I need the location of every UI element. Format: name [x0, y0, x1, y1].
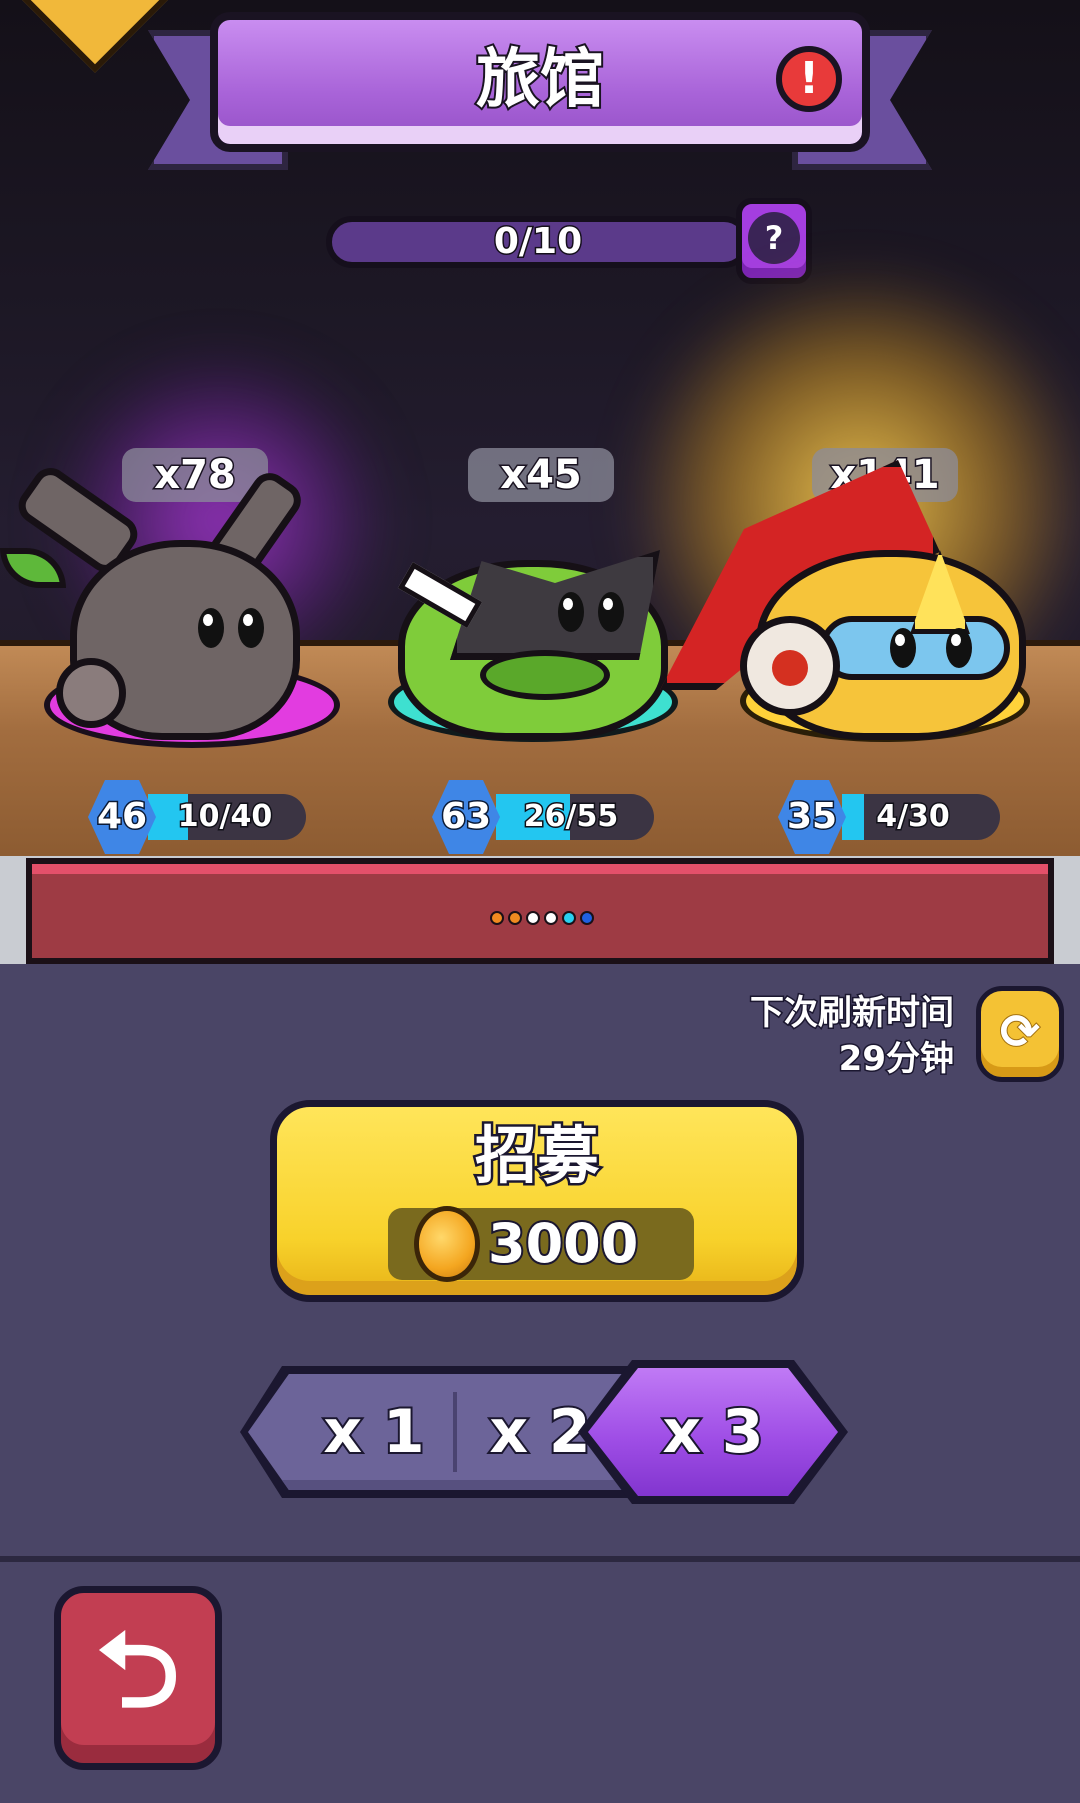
monster-eye: [946, 628, 972, 668]
back-arrow-icon[interactable]: ⮌: [54, 1590, 222, 1750]
page-indicator-dot[interactable]: [508, 911, 522, 925]
cannon-core: [772, 650, 808, 686]
slime-mouth: [480, 650, 610, 700]
page-indicator-dot[interactable]: [580, 911, 594, 925]
monster-eye: [198, 608, 224, 648]
page-indicator-dot[interactable]: [490, 911, 504, 925]
section-divider: [0, 1556, 1080, 1562]
multiplier-x3-label[interactable]: x 3: [588, 1368, 838, 1496]
carousel-panel: [26, 858, 1054, 964]
exclamation-icon[interactable]: !: [776, 46, 842, 112]
refresh-time: 29分钟: [837, 1038, 955, 1081]
monster-eye: [238, 608, 264, 648]
refresh-label: 下次刷新时间: [749, 992, 956, 1035]
page-indicator-dot[interactable]: [562, 911, 576, 925]
stump-foot: [56, 658, 126, 728]
monster-eye: [890, 628, 916, 668]
recruit-price: 3000: [486, 1210, 640, 1277]
exp-text-2: 26/55: [522, 798, 619, 836]
exp-text-1: 10/40: [176, 798, 273, 836]
monster-count: x45: [468, 448, 614, 502]
multiplier-x1-option[interactable]: x 1: [300, 1374, 448, 1490]
refresh-timer: 下次刷新时间 29分钟: [660, 990, 956, 1082]
refresh-icon[interactable]: ⟳: [992, 1003, 1048, 1061]
leaf-icon: [0, 548, 66, 588]
monster-eye: [598, 592, 624, 632]
exp-text-3: 4/30: [875, 798, 952, 836]
capacity-text: 0/10: [492, 220, 583, 264]
page-indicator-dot[interactable]: [544, 911, 558, 925]
recruit-label[interactable]: 招募: [270, 1116, 804, 1196]
page-indicator-dot[interactable]: [526, 911, 540, 925]
monster-eye: [558, 592, 584, 632]
question-icon[interactable]: ?: [748, 212, 800, 264]
page-title: 旅馆: [474, 41, 606, 119]
multiplier-divider: [453, 1392, 457, 1472]
gold-coin-icon: [414, 1206, 480, 1282]
